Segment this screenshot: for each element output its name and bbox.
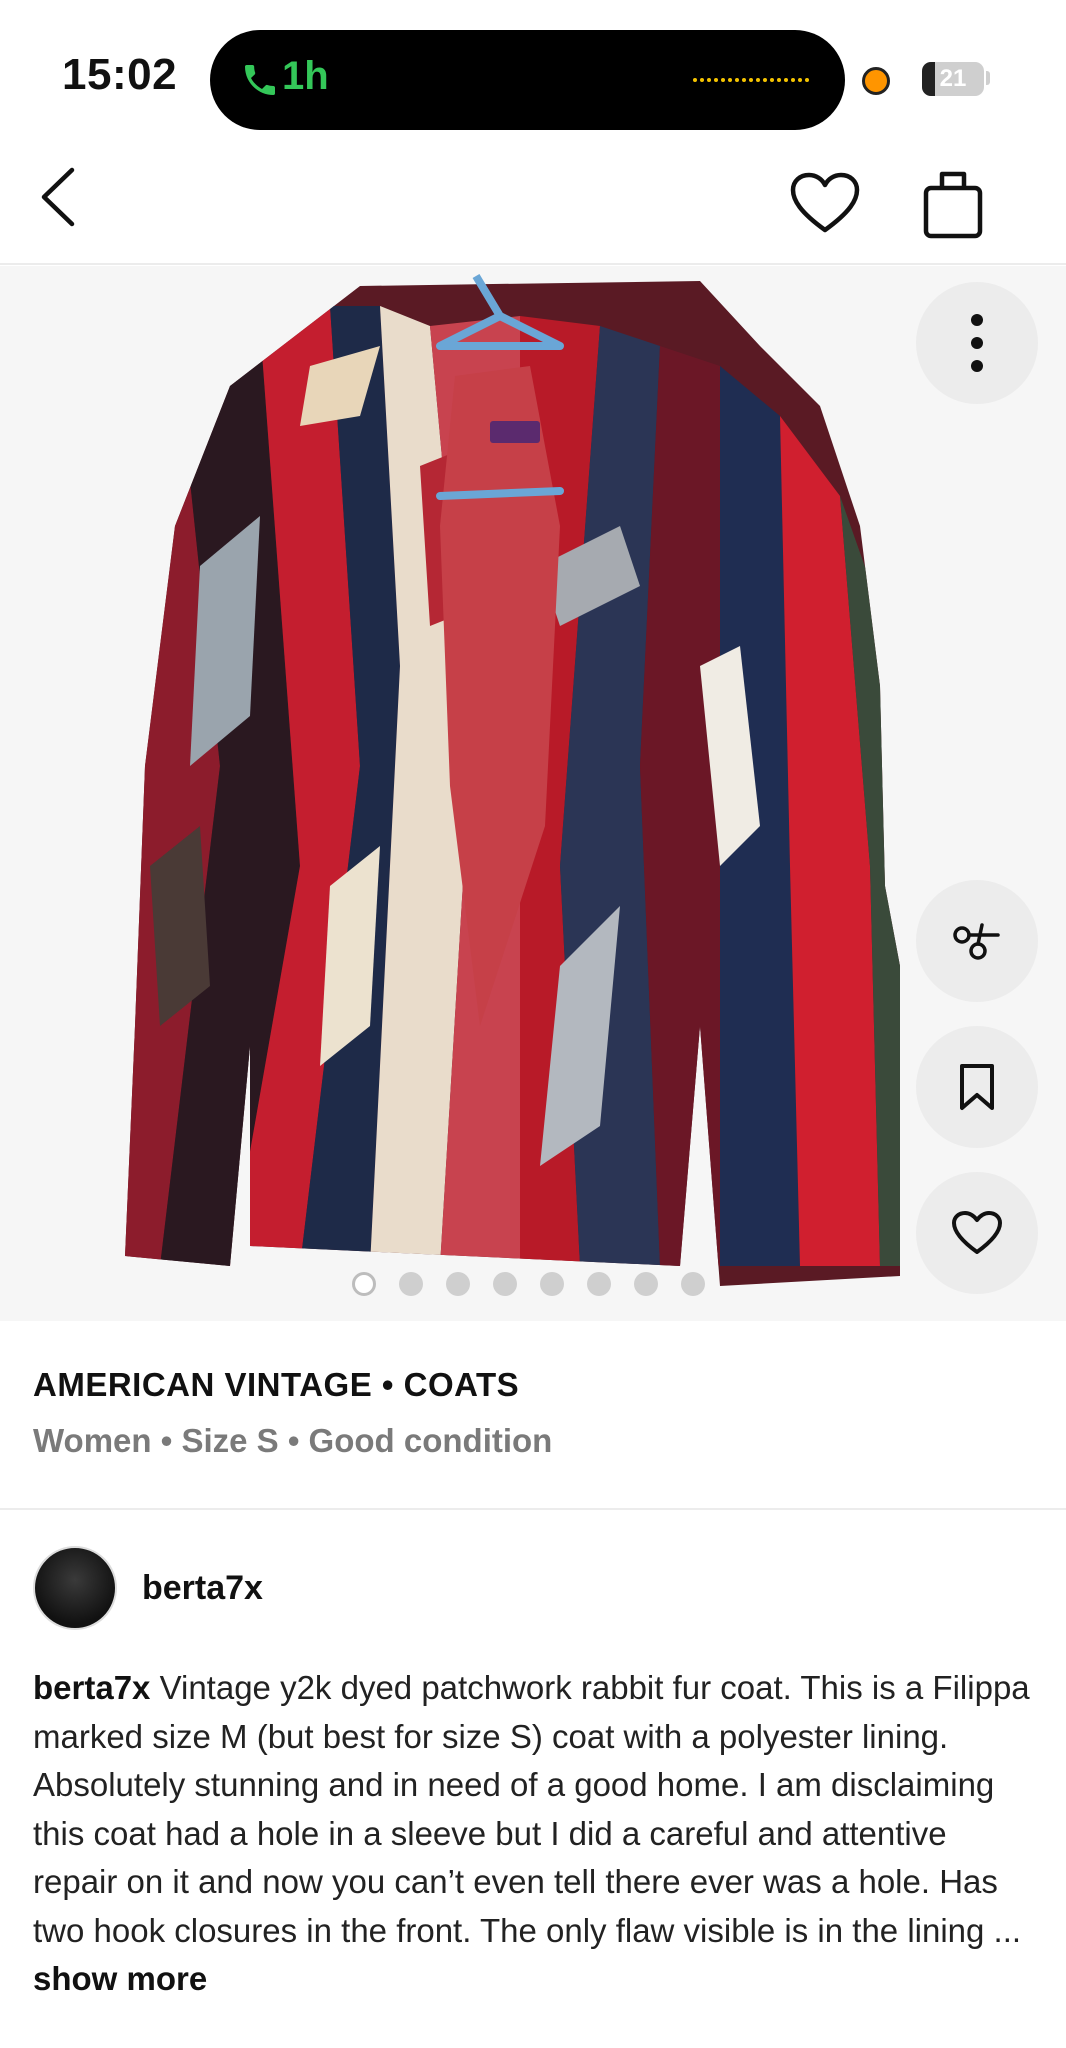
call-duration: 1h	[282, 54, 329, 98]
seller-username[interactable]: berta7x	[142, 1569, 263, 1608]
bookmark-icon	[960, 1064, 994, 1110]
save-button[interactable]	[916, 1026, 1038, 1148]
shopping-bag-icon[interactable]	[922, 170, 984, 240]
like-button[interactable]	[916, 1172, 1038, 1294]
heart-icon	[952, 1211, 1002, 1254]
battery-icon: 21	[922, 62, 984, 96]
description-username[interactable]: berta7x	[33, 1669, 150, 1706]
gallery-pagination	[352, 1272, 705, 1296]
page-dot[interactable]	[352, 1272, 376, 1296]
item-description: berta7x Vintage y2k dyed patchwork rabbi…	[33, 1664, 1033, 2004]
fur-coat-image	[0, 266, 1066, 1321]
product-meta: Women • Size S • Good condition	[33, 1422, 553, 1459]
description-text: Vintage y2k dyed patchwork rabbit fur co…	[33, 1669, 1030, 1949]
product-image[interactable]	[0, 266, 1066, 1321]
section-divider	[0, 1508, 1066, 1510]
brand-category[interactable]: AMERICAN VINTAGE • COATS	[33, 1366, 519, 1404]
phone-icon	[245, 65, 275, 95]
privacy-indicator	[862, 67, 890, 95]
avatar[interactable]	[33, 1546, 117, 1630]
page-dot[interactable]	[493, 1272, 517, 1296]
page-dot[interactable]	[634, 1272, 658, 1296]
more-vertical-icon	[971, 314, 983, 372]
page-dot[interactable]	[446, 1272, 470, 1296]
page-dot[interactable]	[681, 1272, 705, 1296]
battery-level: 21	[939, 65, 967, 92]
show-more-link[interactable]: show more	[33, 1960, 207, 1997]
dynamic-island-call[interactable]: 1h	[210, 30, 845, 130]
share-icon	[953, 923, 1000, 960]
status-time: 15:02	[62, 50, 178, 99]
favorite-heart-icon[interactable]	[790, 172, 860, 236]
audio-wave-icon	[693, 78, 809, 82]
nav-divider	[0, 263, 1066, 265]
page-dot[interactable]	[399, 1272, 423, 1296]
more-options-button[interactable]	[916, 282, 1038, 404]
share-button[interactable]	[916, 880, 1038, 1002]
back-chevron-icon[interactable]	[36, 164, 82, 230]
page-dot[interactable]	[587, 1272, 611, 1296]
battery-cap	[986, 71, 990, 85]
page-dot[interactable]	[540, 1272, 564, 1296]
